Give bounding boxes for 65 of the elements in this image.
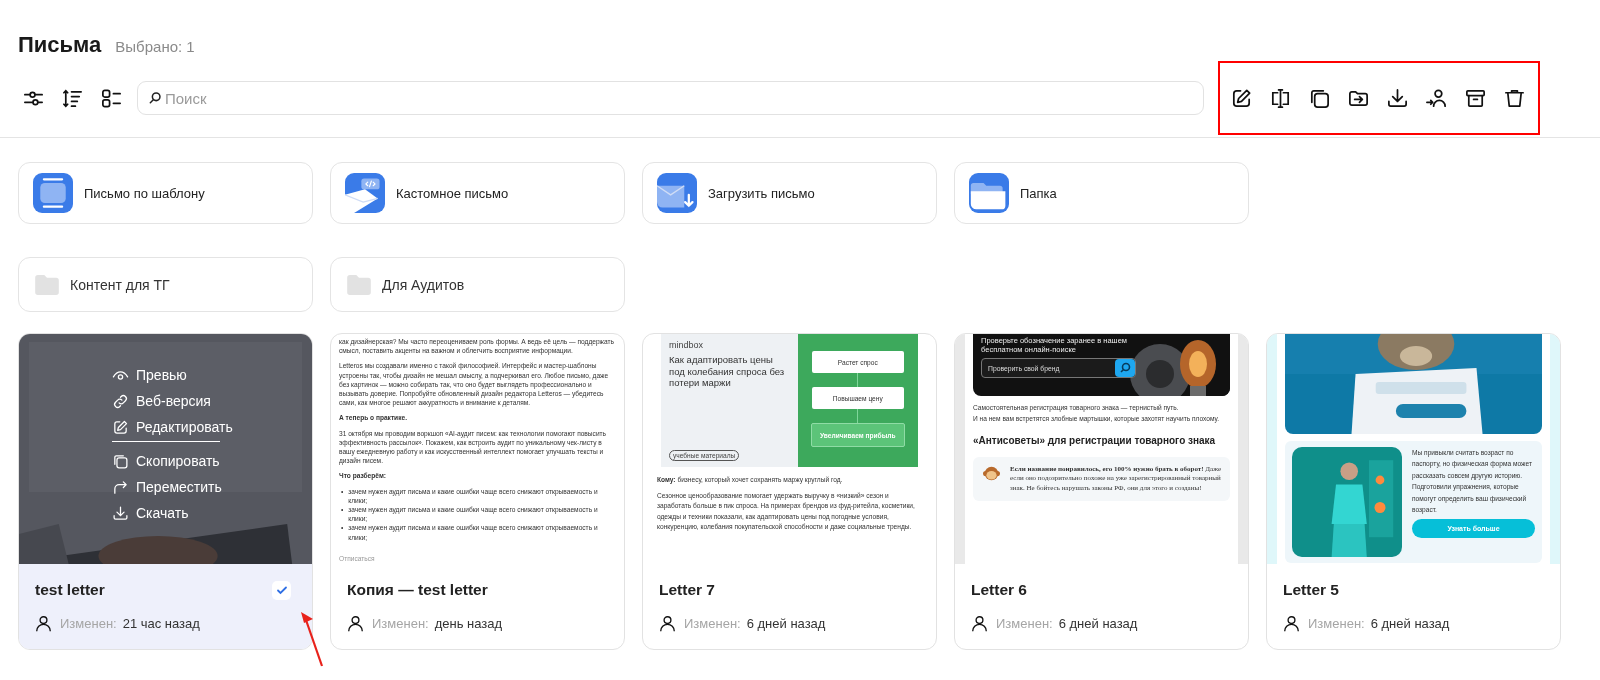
card-menu-item[interactable]: Переместить <box>112 474 222 500</box>
banner-headline: Как адаптировать цены под колебания спроса без потери маржи <box>669 354 786 389</box>
search-field[interactable]: Поиск <box>137 81 1204 115</box>
list-view-icon[interactable] <box>100 86 123 110</box>
modified-time: 21 час назад <box>122 616 200 631</box>
search-icon[interactable] <box>1115 359 1135 377</box>
monkey-icon <box>983 464 1000 482</box>
download-icon[interactable] <box>1386 86 1409 110</box>
email-heading: «Антисоветы» для регистрации товарного знака <box>973 434 1217 448</box>
create-option-card[interactable]: Загрузить письмо <box>642 162 937 224</box>
letter-title: Letter 7 <box>659 581 715 599</box>
modified-label: Изменен: <box>996 616 1053 631</box>
folder-icon <box>969 173 1009 213</box>
card-menu-item[interactable]: Скачать <box>112 500 189 526</box>
folder-name: Для Аудитов <box>382 276 465 293</box>
create-option-label: Кастомное письмо <box>396 185 509 201</box>
modified-time: 6 дней назад <box>746 616 826 631</box>
modified-time: 6 дней назад <box>1058 616 1138 631</box>
card-menu-item[interactable]: Превью <box>112 362 187 388</box>
letter-title: Letter 6 <box>971 581 1027 599</box>
copy-menu-icon <box>112 452 129 470</box>
modified-time: день назад <box>434 616 503 631</box>
selection-count: Выбрано: 1 <box>115 38 195 55</box>
user-icon <box>35 615 52 632</box>
letter-title: test letter <box>35 581 105 599</box>
letter-card[interactable]: Превью Веб-версия Редактировать Скопировать Переместить Скачать test letter Изменен: 21 час назад <box>18 333 313 650</box>
folder-card[interactable]: Контент для ТГ <box>18 257 313 312</box>
user-icon <box>1283 615 1300 632</box>
checkbox[interactable] <box>272 580 291 600</box>
create-option-card[interactable]: Письмо по шаблону <box>18 162 313 224</box>
letter-title: Letter 5 <box>1283 581 1339 599</box>
folder-card[interactable]: Для Аудитов <box>330 257 625 312</box>
check-icon <box>275 584 288 596</box>
create-option-label: Загрузить письмо <box>708 185 815 201</box>
edit-menu-icon <box>112 418 129 436</box>
download-menu-icon <box>112 504 129 522</box>
create-option-label: Письмо по шаблону <box>84 185 205 201</box>
modified-label: Изменен: <box>684 616 741 631</box>
web-menu-icon <box>112 392 129 410</box>
upload-envelope-icon <box>657 173 697 213</box>
user-icon <box>659 615 676 632</box>
create-option-label: Папка <box>1020 185 1057 201</box>
modified-label: Изменен: <box>372 616 429 631</box>
template-icon <box>33 173 73 213</box>
folder-icon <box>35 274 59 295</box>
user-icon <box>971 615 988 632</box>
folder-icon <box>347 274 371 295</box>
modified-label: Изменен: <box>1308 616 1365 631</box>
card-menu-item[interactable]: Скопировать <box>112 448 220 474</box>
card-menu-item[interactable]: Редактировать <box>112 414 233 440</box>
card-menu-item[interactable]: Веб-версия <box>112 388 211 414</box>
letter-title: Копия — test letter <box>347 581 488 599</box>
modified-label: Изменен: <box>60 616 117 631</box>
edit-icon[interactable] <box>1230 86 1253 110</box>
letter-card[interactable] <box>954 333 1249 650</box>
user-icon <box>347 615 364 632</box>
create-option-card[interactable]: Папка <box>954 162 1249 224</box>
code-envelope-icon <box>345 173 385 213</box>
modified-time: 6 дней назад <box>1370 616 1450 631</box>
create-option-card[interactable]: Кастомное письмо <box>330 162 625 224</box>
move-menu-icon <box>112 478 129 496</box>
page-title: Письма <box>18 32 102 58</box>
brand-name: mindbox <box>669 340 705 350</box>
split-icon[interactable] <box>1269 86 1292 110</box>
folder-name: Контент для ТГ <box>70 276 170 293</box>
